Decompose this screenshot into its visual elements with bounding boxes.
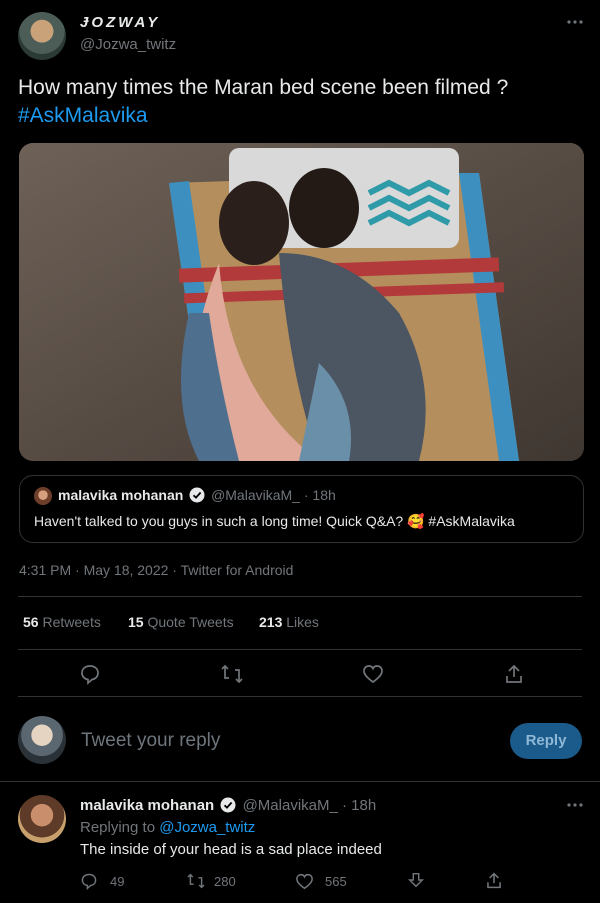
reply-like-heart-icon[interactable] bbox=[295, 873, 314, 890]
author-display-name[interactable]: ɈOZWAY bbox=[80, 14, 160, 31]
retweets-label: Retweets bbox=[42, 614, 101, 630]
replying-to-line: Replying to @Jozwa_twitz bbox=[80, 819, 255, 836]
quotes-label: Quote Tweets bbox=[147, 614, 234, 630]
more-horizontal-icon[interactable] bbox=[566, 799, 584, 811]
reply-input[interactable]: Tweet your reply bbox=[81, 730, 220, 752]
quoted-author-name: malavika mohanan bbox=[58, 487, 184, 503]
quoted-text-line: Haven't talked to you guys in such a lon… bbox=[34, 513, 515, 530]
retweets-count: 56 bbox=[23, 614, 39, 630]
divider bbox=[18, 649, 582, 650]
reply-author-handle[interactable]: @MalavikaM_ bbox=[243, 797, 338, 814]
divider bbox=[0, 781, 600, 782]
retweet-icon[interactable] bbox=[220, 664, 244, 684]
quoted-author-avatar bbox=[34, 487, 52, 505]
quote-tweets-stat[interactable]: 15 Quote Tweets bbox=[128, 614, 234, 630]
tweet-text: How many times the Maran bed scene been … bbox=[18, 76, 509, 99]
author-avatar[interactable] bbox=[18, 12, 66, 60]
reply-comment-icon[interactable] bbox=[80, 872, 98, 890]
reply-comment-count: 49 bbox=[110, 874, 125, 889]
quoted-author-handle: @MalavikaM_ bbox=[211, 487, 300, 503]
quoted-emoji: 🥰 bbox=[407, 513, 425, 529]
replying-to-label: Replying to bbox=[80, 819, 156, 836]
verified-badge-icon bbox=[220, 797, 236, 813]
reply-text: The inside of your head is a sad place i… bbox=[80, 841, 382, 858]
replying-to-handle[interactable]: @Jozwa_twitz bbox=[159, 819, 255, 836]
likes-count: 213 bbox=[259, 614, 283, 630]
reply-author-name[interactable]: malavika mohanan bbox=[80, 797, 214, 814]
author-handle[interactable]: @Jozwa_twitz bbox=[80, 36, 176, 53]
quoted-tweet-card[interactable] bbox=[19, 475, 584, 543]
reply-retweet-count: 280 bbox=[214, 874, 236, 889]
verified-badge-icon bbox=[189, 487, 205, 503]
reply-button[interactable]: Reply bbox=[510, 723, 582, 759]
likes-stat[interactable]: 213 Likes bbox=[259, 614, 319, 630]
more-horizontal-icon[interactable] bbox=[566, 16, 584, 28]
reply-time[interactable]: · 18h bbox=[342, 797, 376, 814]
current-user-avatar[interactable] bbox=[18, 716, 66, 764]
quoted-text: Haven't talked to you guys in such a lon… bbox=[34, 513, 404, 529]
reply-share-icon[interactable] bbox=[485, 871, 503, 890]
tweet-hashtag[interactable]: #AskMalavika bbox=[18, 104, 148, 128]
quoted-time: · 18h bbox=[303, 487, 336, 503]
reply-like-count: 565 bbox=[325, 874, 347, 889]
divider bbox=[18, 696, 582, 697]
divider bbox=[18, 596, 582, 597]
quotes-count: 15 bbox=[128, 614, 144, 630]
tweet-media-image[interactable] bbox=[19, 143, 584, 461]
quoted-hashtag[interactable]: #AskMalavika bbox=[428, 513, 514, 529]
share-icon[interactable] bbox=[504, 663, 524, 685]
likes-label: Likes bbox=[286, 614, 319, 630]
reply-retweet-icon[interactable] bbox=[186, 873, 206, 889]
download-arrow-icon[interactable] bbox=[407, 871, 425, 889]
reply-header: malavika mohanan @MalavikaM_ · 18h bbox=[80, 797, 376, 814]
like-heart-icon[interactable] bbox=[362, 664, 384, 684]
quoted-header: malavika mohanan @MalavikaM_ · 18h bbox=[58, 487, 336, 503]
comment-icon[interactable] bbox=[79, 663, 101, 685]
reply-author-avatar[interactable] bbox=[18, 795, 66, 843]
retweets-stat[interactable]: 56 Retweets bbox=[23, 614, 101, 630]
tweet-timestamp[interactable]: 4:31 PM · May 18, 2022 · Twitter for And… bbox=[19, 562, 293, 578]
